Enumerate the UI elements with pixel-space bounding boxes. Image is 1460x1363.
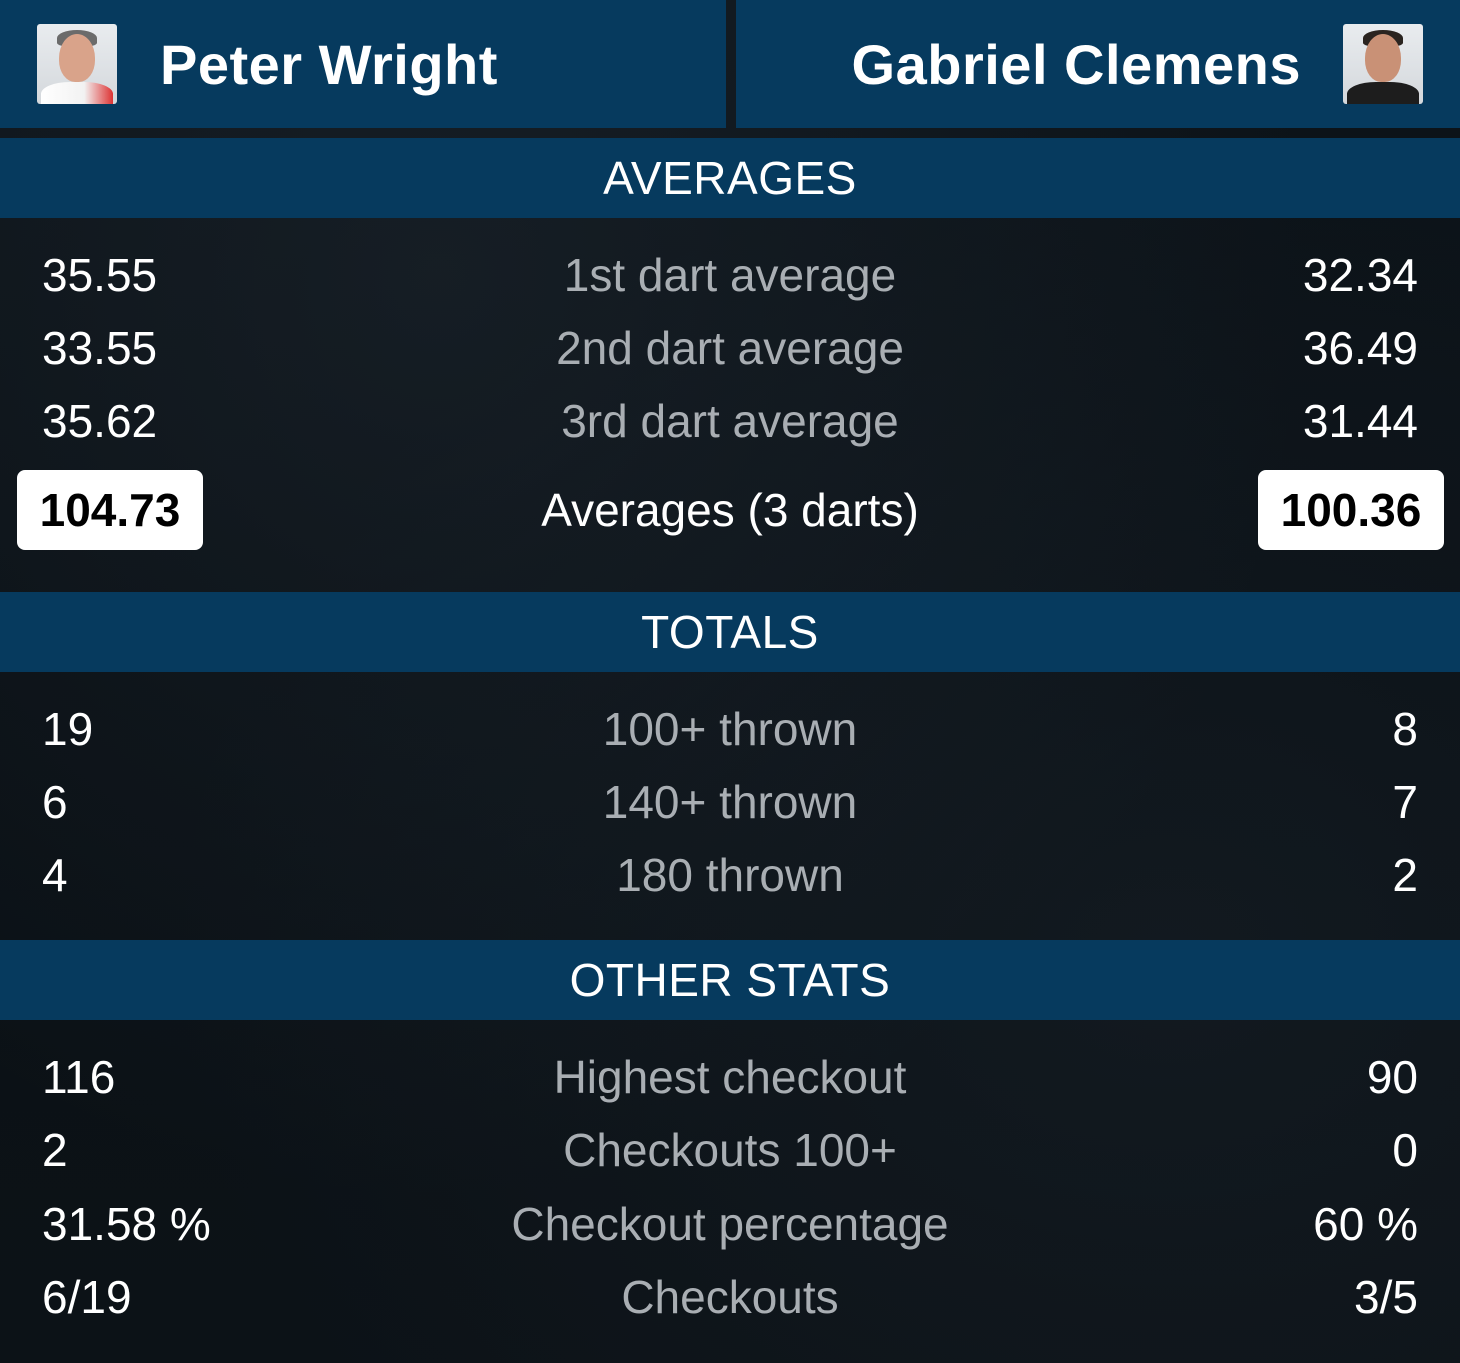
section-header-totals: TOTALS bbox=[0, 592, 1460, 672]
stat-row-total-average: 104.73 Averages (3 darts) 100.36 bbox=[0, 470, 1460, 550]
stat-row: 6 140+ thrown 7 bbox=[0, 765, 1460, 838]
stat-label: 2nd dart average bbox=[556, 321, 904, 374]
stat-row: 35.55 1st dart average 32.34 bbox=[0, 238, 1460, 311]
player-photo-icon bbox=[37, 24, 117, 104]
section-header-other-stats: OTHER STATS bbox=[0, 940, 1460, 1020]
left-player-name: Peter Wright bbox=[160, 32, 498, 96]
right-value: 60 % bbox=[1313, 1197, 1418, 1250]
section-title: TOTALS bbox=[641, 606, 819, 658]
left-player-header: Peter Wright bbox=[0, 0, 726, 128]
section-title: AVERAGES bbox=[603, 152, 857, 204]
stat-label: 3rd dart average bbox=[561, 394, 899, 447]
stat-row: 33.55 2nd dart average 36.49 bbox=[0, 311, 1460, 384]
stat-label: Highest checkout bbox=[553, 1050, 907, 1103]
right-value: 2 bbox=[1392, 848, 1418, 901]
stat-label: Checkouts 100+ bbox=[563, 1123, 897, 1176]
player-photo-icon bbox=[1343, 24, 1423, 104]
stat-label: 1st dart average bbox=[563, 248, 897, 301]
stat-label: Checkouts bbox=[621, 1270, 839, 1323]
right-value: 31.44 bbox=[1302, 394, 1418, 447]
stat-row: 4 180 thrown 2 bbox=[0, 838, 1460, 911]
stat-row: 31.58 % Checkout percentage 60 % bbox=[0, 1187, 1460, 1260]
stat-row: 2 Checkouts 100+ 0 bbox=[0, 1113, 1460, 1186]
stat-label: Checkout percentage bbox=[511, 1197, 949, 1250]
right-value: 7 bbox=[1392, 775, 1418, 828]
right-value: 32.34 bbox=[1302, 248, 1418, 301]
right-value: 8 bbox=[1392, 702, 1418, 755]
stat-row: 19 100+ thrown 8 bbox=[0, 692, 1460, 765]
right-player-header: Gabriel Clemens bbox=[736, 0, 1460, 128]
stat-label: Averages (3 darts) bbox=[541, 484, 919, 536]
right-value: 0 bbox=[1392, 1123, 1418, 1176]
right-value: 90 bbox=[1366, 1050, 1418, 1103]
stat-row: 35.62 3rd dart average 31.44 bbox=[0, 384, 1460, 457]
right-value: 36.49 bbox=[1302, 321, 1418, 374]
match-header: Peter Wright Gabriel Clemens bbox=[0, 0, 1460, 130]
stat-row: 116 Highest checkout 90 bbox=[0, 1040, 1460, 1113]
section-header-averages: AVERAGES bbox=[0, 138, 1460, 218]
section-title: OTHER STATS bbox=[569, 954, 891, 1006]
stat-row: 6/19 Checkouts 3/5 bbox=[0, 1260, 1460, 1333]
right-total-average-badge: 100.36 bbox=[1258, 470, 1444, 550]
stat-label: 180 thrown bbox=[616, 848, 844, 901]
right-value: 3/5 bbox=[1354, 1270, 1418, 1323]
stat-label: 100+ thrown bbox=[602, 702, 858, 755]
right-player-name: Gabriel Clemens bbox=[851, 32, 1301, 96]
stat-label: 140+ thrown bbox=[602, 775, 858, 828]
